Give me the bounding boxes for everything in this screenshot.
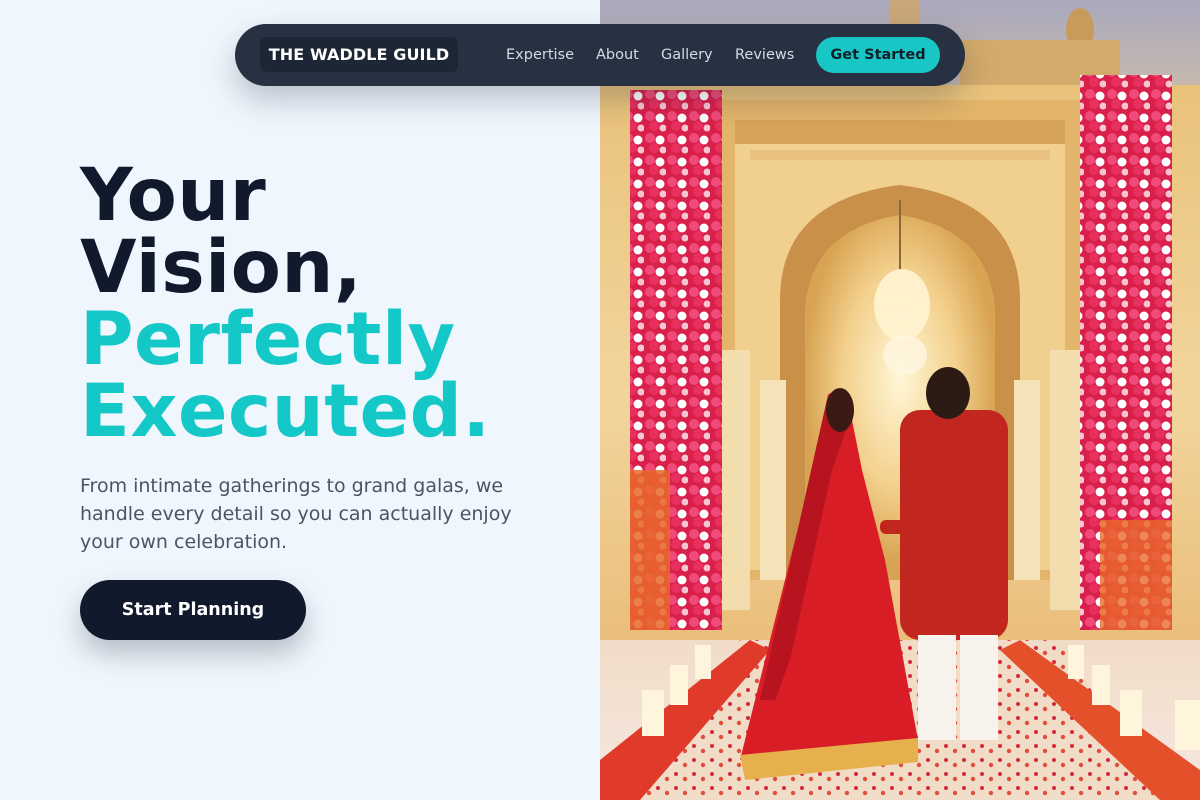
headline-line-1: Your	[80, 153, 267, 238]
get-started-button[interactable]: Get Started	[816, 37, 940, 73]
start-planning-button[interactable]: Start Planning	[80, 580, 306, 640]
wedding-couple-illustration	[600, 0, 1200, 800]
headline-line-2: Vision,	[80, 225, 363, 310]
headline-line-3: Perfectly	[80, 297, 456, 382]
nav-link-gallery[interactable]: Gallery	[661, 24, 713, 86]
nav-link-about[interactable]: About	[596, 24, 639, 86]
headline-line-4: Executed.	[80, 369, 491, 454]
nav-link-expertise[interactable]: Expertise	[506, 24, 574, 86]
hero-photo	[600, 0, 1200, 800]
top-navbar: THE WADDLE GUILD Expertise About Gallery…	[235, 24, 965, 86]
brand-logo[interactable]: THE WADDLE GUILD	[260, 37, 458, 72]
hero-headline: Your Vision, Perfectly Executed.	[80, 153, 580, 454]
hero-subtitle: From intimate gatherings to grand galas,…	[80, 475, 512, 553]
nav-link-reviews[interactable]: Reviews	[735, 24, 794, 86]
